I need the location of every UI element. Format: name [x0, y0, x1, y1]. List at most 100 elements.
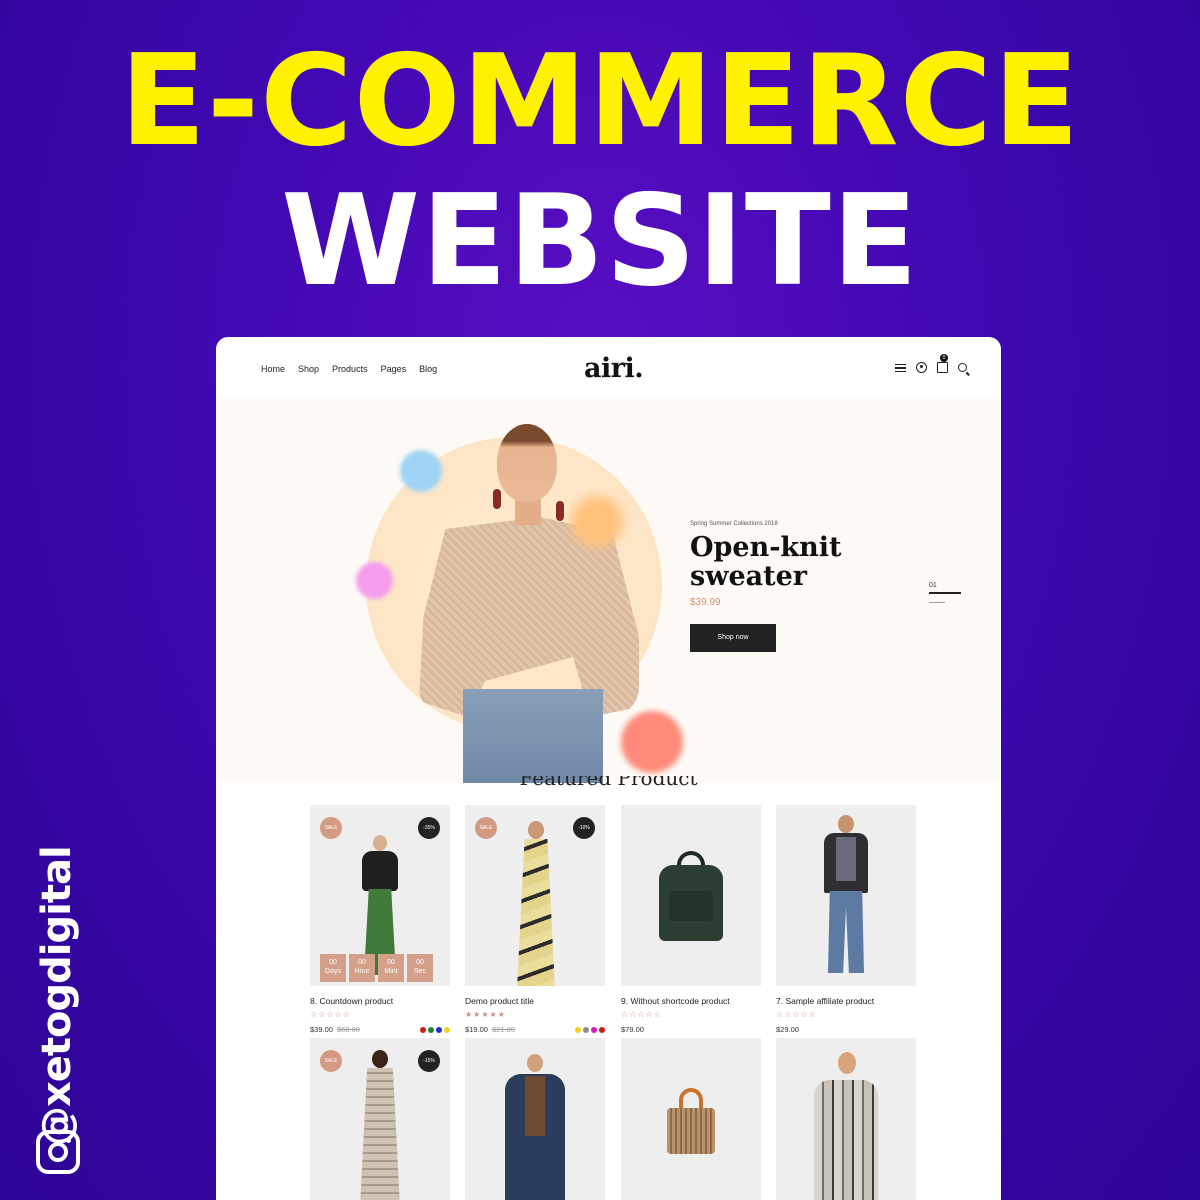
old-price: $21.00 — [491, 1025, 515, 1034]
product-image[interactable]: SALE -35% 00 Days 00 Hour 00 Mint 00 Sec — [310, 805, 450, 986]
shop-now-button[interactable]: Shop now — [690, 624, 776, 652]
model-figure — [354, 1050, 406, 1200]
sale-badge: SALE — [475, 817, 497, 839]
rating-stars: ☆☆☆☆☆ — [310, 1010, 351, 1019]
decor-blob-pink — [356, 562, 393, 599]
product-card[interactable]: SALE -10% Demo product title ★★★★★ $19.0… — [465, 805, 605, 1034]
decor-blob-orange — [571, 496, 623, 548]
countdown-timer: 00 Days 00 Hour 00 Mint 00 Sec — [320, 954, 433, 982]
price-row: $39.00 $60.00 — [310, 1025, 450, 1034]
price-row: $29.00 — [776, 1025, 916, 1034]
sweater-shape — [419, 517, 639, 717]
search-icon[interactable] — [958, 363, 967, 372]
handbag-image — [667, 1088, 715, 1158]
swatch-red[interactable] — [420, 1026, 426, 1033]
product-name[interactable]: 9. Without shortcode product — [621, 996, 761, 1006]
slide-indicator[interactable] — [929, 602, 945, 603]
product-name[interactable]: 8. Countdown product — [310, 996, 450, 1006]
product-image[interactable] — [621, 1038, 761, 1200]
product-price: $39.00 — [310, 1025, 333, 1034]
countdown-days: 00 Days — [320, 954, 346, 982]
product-card[interactable] — [621, 1038, 761, 1200]
hero-eyebrow: Spring Summer Collections 2018 — [690, 521, 778, 527]
product-card[interactable]: 9. Without shortcode product ☆☆☆☆☆ $79.0… — [621, 805, 761, 1034]
model-figure — [501, 1054, 569, 1200]
product-price: $79.00 — [621, 1025, 644, 1034]
swatch-yellow[interactable] — [575, 1026, 581, 1033]
swatch-green[interactable] — [428, 1026, 434, 1033]
model-figure — [511, 821, 561, 986]
product-card[interactable] — [465, 1038, 605, 1200]
nav-shop[interactable]: Shop — [298, 364, 319, 374]
swatch-magenta[interactable] — [591, 1026, 597, 1033]
product-card[interactable]: 7. Sample affiliate product ☆☆☆☆☆ $29.00 — [776, 805, 916, 1034]
nav-pages[interactable]: Pages — [381, 364, 407, 374]
product-image[interactable] — [465, 1038, 605, 1200]
user-icon[interactable] — [916, 362, 927, 373]
swatch-red[interactable] — [599, 1026, 605, 1033]
product-card[interactable]: SALE -15% — [310, 1038, 450, 1200]
decor-blob-red — [621, 711, 683, 773]
model-figure — [810, 1052, 882, 1200]
rating-stars: ☆☆☆☆☆ — [776, 1010, 817, 1019]
cart-count-badge: 0 — [940, 354, 948, 362]
product-image[interactable] — [621, 805, 761, 986]
price-row: $79.00 — [621, 1025, 761, 1034]
countdown-seconds: 00 Sec — [407, 954, 433, 982]
countdown-minutes: 00 Mint — [378, 954, 404, 982]
slide-number[interactable]: 01 — [929, 582, 937, 589]
sale-badge: SALE — [320, 1050, 342, 1072]
nav-blog[interactable]: Blog — [419, 364, 437, 374]
site-logo[interactable]: airi. — [584, 353, 644, 384]
hero-text: Spring Summer Collections 2018 Open-knit… — [690, 521, 890, 608]
cart-icon[interactable]: 0 — [937, 354, 948, 373]
earring-right — [556, 501, 564, 521]
website-window: Home Shop Products Pages Blog airi. 0 Sp… — [216, 337, 1001, 1200]
product-price: $29.00 — [776, 1025, 799, 1034]
swatch-yellow[interactable] — [444, 1026, 450, 1033]
swatch-grey[interactable] — [583, 1026, 589, 1033]
promo-headline-website: WEBSITE — [281, 167, 919, 314]
rating-stars: ☆☆☆☆☆ — [621, 1010, 662, 1019]
instagram-handle-text: @xetogdigital — [34, 846, 80, 1146]
countdown-hours: 00 Hour — [349, 954, 375, 982]
jeans-shape — [463, 689, 603, 783]
featured-title: Featured Product — [519, 776, 698, 790]
rating-stars: ★★★★★ — [465, 1010, 506, 1019]
price-row: $19.00 $21.00 — [465, 1025, 605, 1034]
color-swatches — [575, 1026, 605, 1033]
social-handle: @xetogdigital — [32, 846, 84, 1180]
hero-price: $39.99 — [690, 597, 721, 608]
discount-badge: -15% — [418, 1050, 440, 1072]
product-image[interactable] — [776, 805, 916, 986]
discount-badge: -10% — [573, 817, 595, 839]
hero-banner: Spring Summer Collections 2018 Open-knit… — [216, 399, 1001, 783]
color-swatches — [420, 1026, 450, 1033]
backpack-image — [655, 851, 727, 943]
product-name[interactable]: Demo product title — [465, 996, 605, 1006]
product-image[interactable] — [776, 1038, 916, 1200]
product-image[interactable]: SALE -10% — [465, 805, 605, 986]
model-head — [497, 424, 557, 502]
product-name[interactable]: 7. Sample affiliate product — [776, 996, 916, 1006]
hero-model-image — [411, 419, 651, 783]
discount-badge: -35% — [418, 817, 440, 839]
sale-badge: SALE — [320, 817, 342, 839]
product-price: $19.00 — [465, 1025, 488, 1034]
menu-icon[interactable] — [895, 362, 906, 373]
product-card[interactable] — [776, 1038, 916, 1200]
main-nav: Home Shop Products Pages Blog — [261, 364, 437, 374]
site-header: Home Shop Products Pages Blog airi. 0 — [216, 337, 1001, 399]
product-card[interactable]: SALE -35% 00 Days 00 Hour 00 Mint 00 Sec 8. … — [310, 805, 450, 1034]
swatch-blue[interactable] — [436, 1026, 442, 1033]
slide-indicator-active[interactable] — [929, 592, 961, 594]
product-image[interactable]: SALE -15% — [310, 1038, 450, 1200]
model-figure — [820, 815, 872, 980]
promo-headline-ecommerce: E-COMMERCE — [119, 27, 1081, 174]
nav-products[interactable]: Products — [332, 364, 368, 374]
header-icons: 0 — [895, 354, 967, 373]
nav-home[interactable]: Home — [261, 364, 285, 374]
hero-title: Open-knit sweater — [690, 532, 842, 592]
old-price: $60.00 — [336, 1025, 360, 1034]
earring-left — [493, 489, 501, 509]
